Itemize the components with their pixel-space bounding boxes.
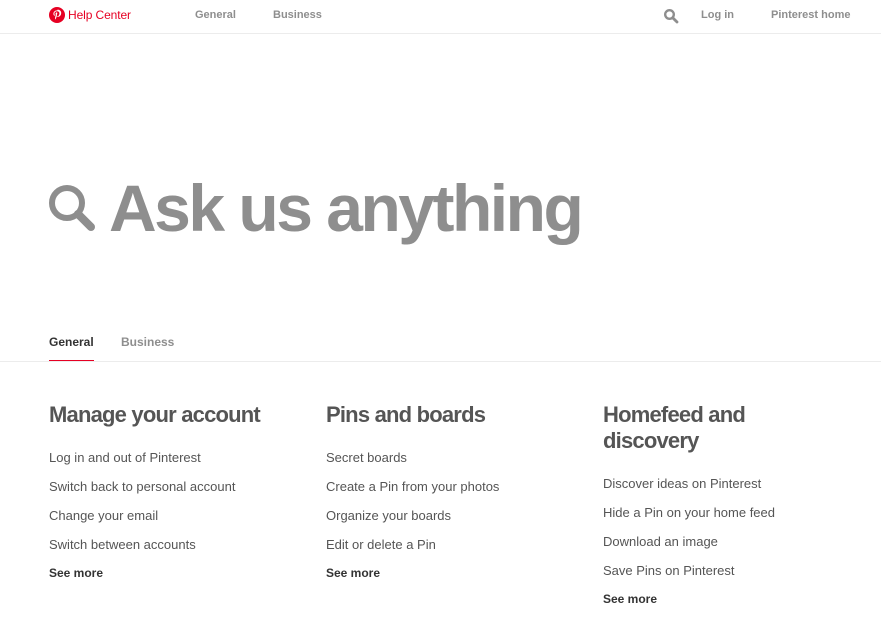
nav-business[interactable]: Business [273,9,322,21]
list-item[interactable]: Discover ideas on Pinterest [603,476,803,492]
section-homefeed-discovery: Homefeed and discovery Discover ideas on… [603,402,803,606]
search-icon [663,8,679,24]
section-title: Pins and boards [326,402,486,427]
list-item[interactable]: Secret boards [326,450,566,466]
see-more-link[interactable]: See more [49,566,289,580]
see-more-link[interactable]: See more [326,566,566,580]
list-item[interactable]: Download an image [603,534,803,550]
pinterest-home-link[interactable]: Pinterest home [771,9,850,21]
section-manage-account: Manage your account Log in and out of Pi… [49,402,289,580]
section-links: Discover ideas on Pinterest Hide a Pin o… [603,476,803,579]
nav-general[interactable]: General [195,9,236,21]
pinterest-logo-icon [49,7,65,23]
help-center-home-link[interactable]: Help Center [49,7,131,23]
list-item[interactable]: Organize your boards [326,508,566,524]
list-item[interactable]: Log in and out of Pinterest [49,450,289,466]
section-pins-boards: Pins and boards Secret boards Create a P… [326,402,566,580]
topic-tabs: General Business [0,326,881,362]
search-input[interactable] [109,168,649,248]
search-icon [49,185,95,231]
top-header: Help Center General Business Log in Pint… [0,0,881,34]
section-title: Homefeed and discovery [603,402,746,453]
list-item[interactable]: Edit or delete a Pin [326,537,566,553]
login-link[interactable]: Log in [701,9,734,21]
brand-label: Help Center [68,8,131,22]
list-item[interactable]: Switch back to personal account [49,479,289,495]
list-item[interactable]: Switch between accounts [49,537,289,553]
tab-business[interactable]: Business [121,335,174,360]
see-more-link[interactable]: See more [603,592,803,606]
section-links: Log in and out of Pinterest Switch back … [49,450,289,553]
section-title: Manage your account [49,402,261,427]
list-item[interactable]: Change your email [49,508,289,524]
hero-search [47,168,649,248]
header-search-button[interactable] [663,8,679,24]
list-item[interactable]: Hide a Pin on your home feed [603,505,803,521]
list-item[interactable]: Create a Pin from your photos [326,479,566,495]
tab-general[interactable]: General [49,335,94,361]
section-links: Secret boards Create a Pin from your pho… [326,450,566,553]
list-item[interactable]: Save Pins on Pinterest [603,563,803,579]
